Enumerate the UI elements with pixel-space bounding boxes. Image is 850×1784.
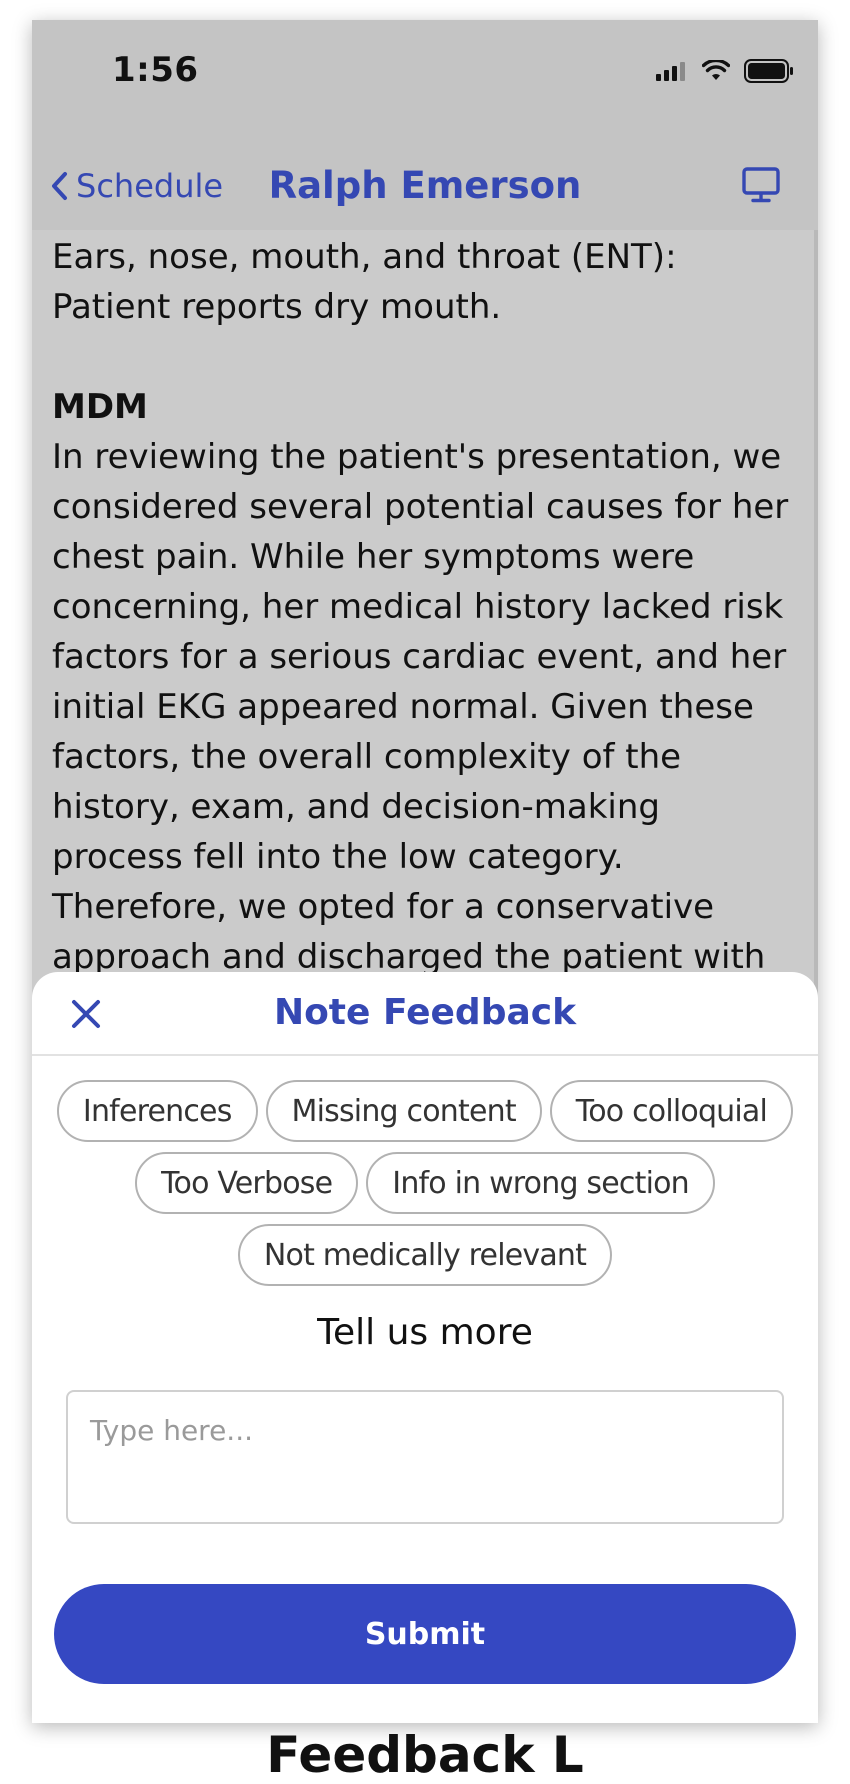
dimmed-note-screen: 1:56 Schedule Ralph Emerson Ears, nose, … [32, 20, 818, 1027]
chip-missing-content[interactable]: Missing content [265, 1080, 542, 1142]
status-time: 1:56 [112, 50, 199, 90]
feedback-chips: Inferences Missing content Too colloquia… [56, 1080, 794, 1286]
background-page-heading: Feedback L [266, 1726, 584, 1784]
note-feedback-sheet: Note Feedback Inferences Missing content… [32, 972, 818, 1723]
feedback-text-input[interactable] [66, 1390, 784, 1524]
patient-name-title: Ralph Emerson [268, 164, 582, 207]
battery-icon [744, 59, 793, 83]
note-content: Ears, nose, mouth, and throat (ENT): Pat… [52, 232, 792, 1032]
mdm-heading: MDM [52, 387, 148, 427]
wifi-icon [702, 60, 730, 80]
sheet-header: Note Feedback [32, 972, 818, 1056]
navigation-bar: Schedule Ralph Emerson [32, 120, 818, 230]
chip-inferences[interactable]: Inferences [56, 1080, 258, 1142]
cellular-signal-icon [656, 62, 685, 81]
scroll-edge [814, 230, 818, 1000]
monitor-button[interactable] [742, 167, 780, 207]
status-icons [656, 56, 794, 86]
tell-us-more-label: Tell us more [317, 1312, 533, 1353]
phone-screen: 1:56 Schedule Ralph Emerson Ears, nose, … [32, 20, 818, 1723]
ent-section-text: Ears, nose, mouth, and throat (ENT): Pat… [52, 237, 677, 327]
status-bar: 1:56 [32, 20, 818, 120]
monitor-icon [742, 167, 780, 203]
chip-too-colloquial[interactable]: Too colloquial [549, 1080, 794, 1142]
chip-info-in-wrong-section[interactable]: Info in wrong section [366, 1152, 715, 1214]
submit-button[interactable]: Submit [54, 1584, 796, 1684]
chip-not-medically-relevant[interactable]: Not medically relevant [237, 1224, 613, 1286]
sheet-title: Note Feedback [273, 992, 577, 1033]
chip-too-verbose[interactable]: Too Verbose [135, 1152, 359, 1214]
mdm-section-text: In reviewing the patient's presentation,… [52, 437, 789, 1027]
